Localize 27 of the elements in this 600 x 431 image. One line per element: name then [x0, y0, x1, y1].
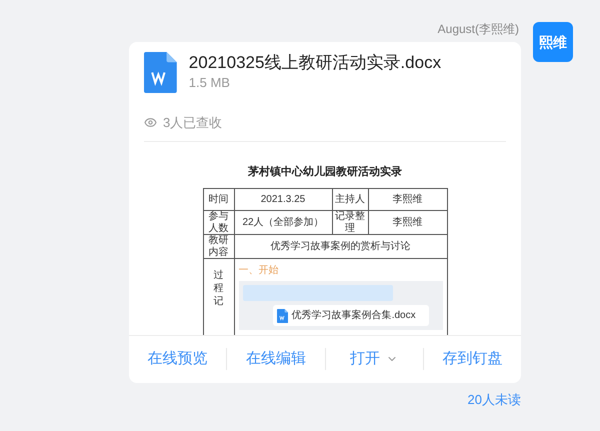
- unread-count[interactable]: 20人未读: [468, 390, 521, 409]
- process-label: 过程记: [214, 269, 224, 308]
- file-name[interactable]: 20210325线上教研活动实录.docx: [188, 52, 442, 74]
- document-icon: [276, 308, 288, 322]
- eye-icon: [144, 116, 157, 130]
- action-link[interactable]: 存到钉盘: [442, 348, 502, 370]
- form-text: 李熙维: [392, 194, 422, 206]
- section-heading: 一、开始: [238, 264, 278, 278]
- form-text: 2021.3.25: [260, 194, 306, 206]
- sender-name: August(李熙维): [438, 21, 519, 38]
- action-link[interactable]: 在线预览: [148, 348, 208, 370]
- form-text: 记录整理: [334, 211, 366, 234]
- avatar[interactable]: 熙维: [533, 22, 573, 62]
- form-text: 李熙维: [392, 216, 422, 228]
- form-text: 时间: [208, 194, 228, 206]
- action-link[interactable]: 在线编辑: [246, 348, 306, 370]
- form-text: 教研内容: [208, 235, 230, 258]
- attachment-name: 优秀学习故事案例合集.docx: [292, 308, 416, 323]
- form-text: 22人（全部参加）: [242, 216, 324, 228]
- form-text: 优秀学习故事案例的赏析与讨论: [270, 240, 410, 252]
- form-text: 参与人数: [208, 211, 230, 234]
- form-text: 主持人: [335, 194, 365, 206]
- document-icon: [144, 52, 177, 93]
- open-menu-button[interactable]: 打开: [350, 348, 398, 370]
- read-receipt: 3人已查收: [163, 114, 222, 132]
- file-size: 1.5 MB: [188, 74, 231, 92]
- document-title: 茅村镇中心幼儿园教研活动实录: [248, 164, 402, 180]
